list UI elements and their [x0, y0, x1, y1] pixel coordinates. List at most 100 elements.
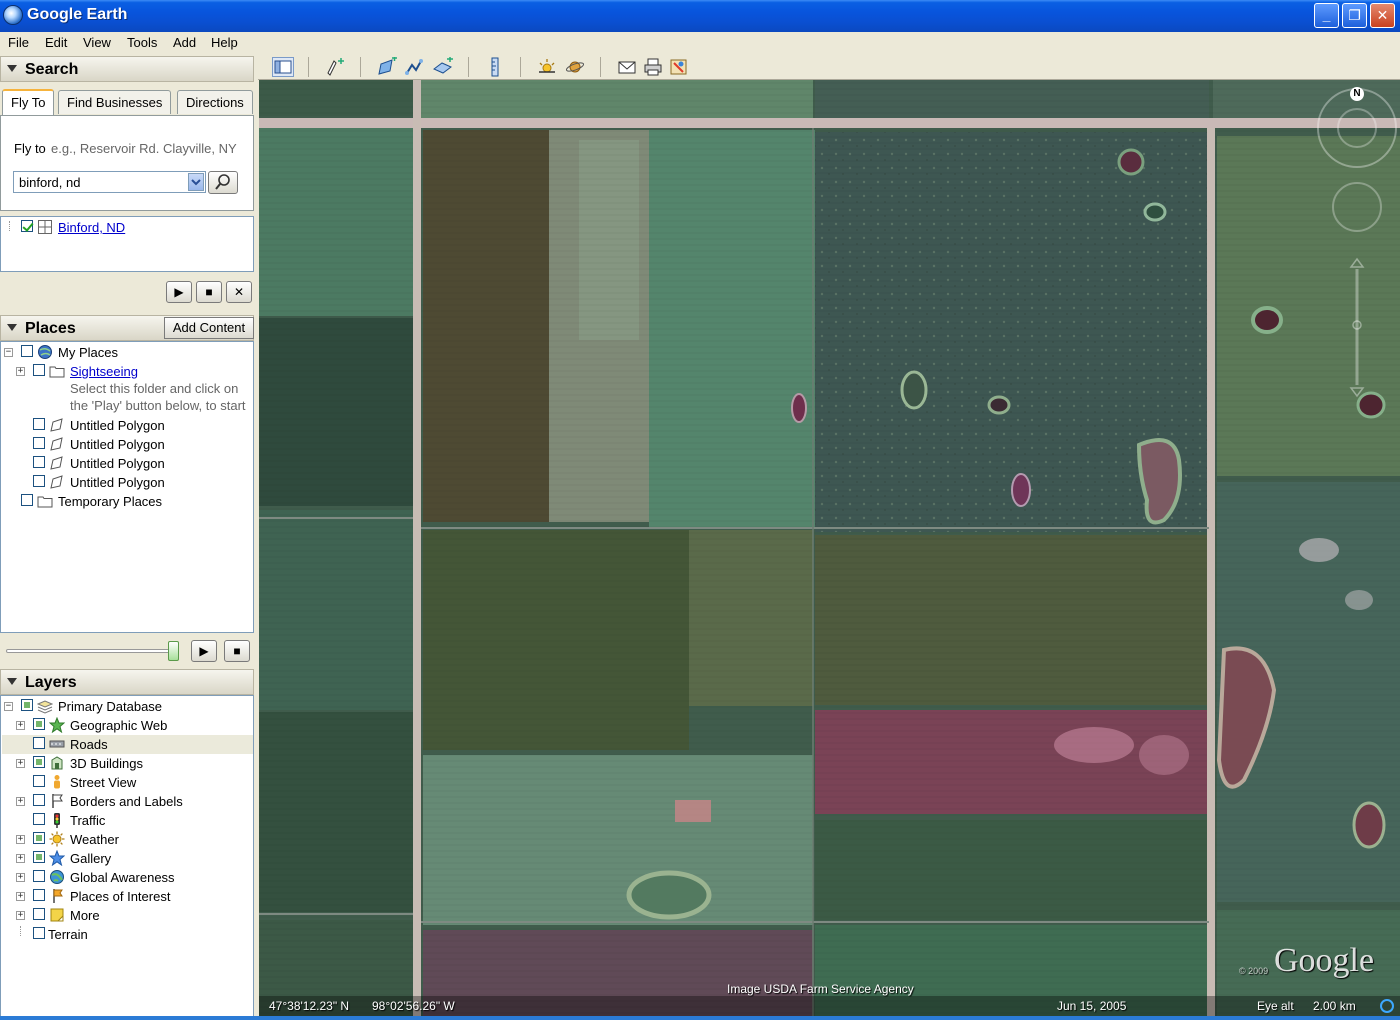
primary-database-checkbox[interactable] [21, 699, 33, 711]
add-polygon-button[interactable] [376, 56, 398, 77]
slider-handle[interactable] [168, 641, 179, 661]
layer-checkbox[interactable] [33, 851, 45, 863]
terrain-checkbox[interactable] [33, 927, 45, 939]
layer-more[interactable]: More [70, 908, 100, 923]
collapse-triangle-icon[interactable] [7, 324, 17, 331]
close-button[interactable]: ✕ [1370, 3, 1395, 28]
add-content-button[interactable]: Add Content [164, 317, 254, 339]
tour-speed-slider[interactable] [6, 649, 176, 653]
polygon-checkbox[interactable] [33, 456, 45, 468]
tab-directions[interactable]: Directions [177, 90, 253, 114]
stop-tour-button[interactable]: ■ [196, 281, 222, 303]
ruler-button[interactable] [484, 57, 506, 77]
add-path-button[interactable] [404, 57, 426, 77]
layer-checkbox[interactable] [33, 889, 45, 901]
layer-gallery[interactable]: Gallery [70, 851, 111, 866]
maximize-button[interactable]: ❐ [1342, 3, 1367, 28]
polygon-checkbox[interactable] [33, 475, 45, 487]
my-places-label[interactable]: My Places [58, 345, 118, 360]
search-button[interactable] [208, 171, 238, 194]
move-joystick[interactable] [1332, 182, 1382, 232]
collapse-triangle-icon[interactable] [7, 678, 17, 685]
add-placemark-button[interactable] [324, 57, 346, 77]
sightseeing-link[interactable]: Sightseeing [70, 364, 138, 379]
layer-terrain[interactable]: Terrain [48, 927, 88, 942]
tab-fly-to[interactable]: Fly To [2, 89, 55, 115]
layers-panel-header[interactable]: Layers [0, 669, 254, 695]
play-button[interactable]: ▶ [191, 640, 217, 662]
layer-checkbox[interactable] [33, 832, 45, 844]
collapse-toggle[interactable]: − [4, 348, 13, 357]
expand-toggle[interactable]: + [16, 367, 25, 376]
polygon-label[interactable]: Untitled Polygon [70, 418, 165, 433]
3d-viewer-map[interactable]: N Google © 2009 Image USDA Farm Service … [259, 80, 1400, 1016]
view-in-maps-button[interactable] [668, 57, 690, 77]
polygon-label[interactable]: Untitled Polygon [70, 456, 165, 471]
menu-help[interactable]: Help [211, 35, 238, 50]
dropdown-arrow-icon[interactable] [188, 173, 204, 191]
layer-checkbox[interactable] [33, 756, 45, 768]
polygon-label[interactable]: Untitled Polygon [70, 475, 165, 490]
menu-file[interactable]: File [8, 35, 29, 50]
layer-street-view[interactable]: Street View [70, 775, 136, 790]
menu-tools[interactable]: Tools [127, 35, 157, 50]
fly-to-input[interactable]: binford, nd [13, 171, 206, 193]
menu-add[interactable]: Add [173, 35, 196, 50]
play-tour-button[interactable]: ▶ [166, 281, 192, 303]
satellite-imagery[interactable] [259, 80, 1400, 1016]
layer-checkbox[interactable] [33, 908, 45, 920]
expand-toggle[interactable]: + [16, 759, 25, 768]
zoom-slider[interactable] [1347, 255, 1367, 400]
expand-toggle[interactable]: + [16, 835, 25, 844]
layer-borders-and-labels[interactable]: Borders and Labels [70, 794, 183, 809]
minimize-button[interactable]: _ [1314, 3, 1339, 28]
sightseeing-checkbox[interactable] [33, 364, 45, 376]
expand-toggle[interactable]: + [16, 911, 25, 920]
primary-database-label[interactable]: Primary Database [58, 699, 162, 714]
collapse-triangle-icon[interactable] [7, 65, 17, 72]
stop-button[interactable]: ■ [224, 640, 250, 662]
layer-checkbox[interactable] [33, 737, 45, 749]
add-image-overlay-button[interactable] [432, 56, 454, 77]
temporary-places-checkbox[interactable] [21, 494, 33, 506]
layer-checkbox[interactable] [33, 775, 45, 787]
polygon-checkbox[interactable] [33, 418, 45, 430]
tab-find-businesses[interactable]: Find Businesses [58, 90, 172, 114]
layer-places-of-interest[interactable]: Places of Interest [70, 889, 170, 904]
search-panel-header[interactable]: Search [0, 56, 254, 82]
print-button[interactable] [642, 57, 664, 77]
sidebar-toggle-button[interactable] [272, 57, 294, 77]
layer-weather[interactable]: Weather [70, 832, 119, 847]
layer-traffic[interactable]: Traffic [70, 813, 105, 828]
layer-global-awareness[interactable]: Global Awareness [70, 870, 175, 885]
layer-geographic-web[interactable]: Geographic Web [70, 718, 167, 733]
switch-to-sky-button[interactable] [564, 57, 586, 77]
polygon-label[interactable]: Untitled Polygon [70, 437, 165, 452]
layer-checkbox[interactable] [33, 794, 45, 806]
layer-roads[interactable]: Roads [70, 737, 108, 752]
result-binford-link[interactable]: Binford, ND [58, 220, 125, 235]
layer-checkbox[interactable] [33, 870, 45, 882]
expand-toggle[interactable]: + [16, 873, 25, 882]
expand-toggle[interactable]: + [16, 854, 25, 863]
polygon-checkbox[interactable] [33, 437, 45, 449]
look-joystick[interactable] [1337, 108, 1377, 148]
layer-3d-buildings[interactable]: 3D Buildings [70, 756, 143, 771]
clear-results-button[interactable]: ✕ [226, 281, 252, 303]
expand-toggle[interactable]: + [16, 797, 25, 806]
temporary-places-label[interactable]: Temporary Places [58, 494, 162, 509]
expand-toggle[interactable]: + [16, 892, 25, 901]
menu-edit[interactable]: Edit [45, 35, 67, 50]
collapse-toggle[interactable]: − [4, 702, 13, 711]
layer-checkbox[interactable] [33, 718, 45, 730]
result-checkbox[interactable] [21, 220, 33, 232]
expand-toggle[interactable]: + [16, 721, 25, 730]
places-panel-header[interactable]: Places Add Content [0, 315, 254, 341]
sunlight-button[interactable] [536, 57, 558, 77]
email-button[interactable] [616, 57, 638, 77]
my-places-checkbox[interactable] [21, 345, 33, 357]
layer-checkbox[interactable] [33, 813, 45, 825]
compass-ring[interactable]: N [1317, 87, 1397, 168]
traffic-light-icon [54, 813, 60, 828]
menu-view[interactable]: View [83, 35, 111, 50]
